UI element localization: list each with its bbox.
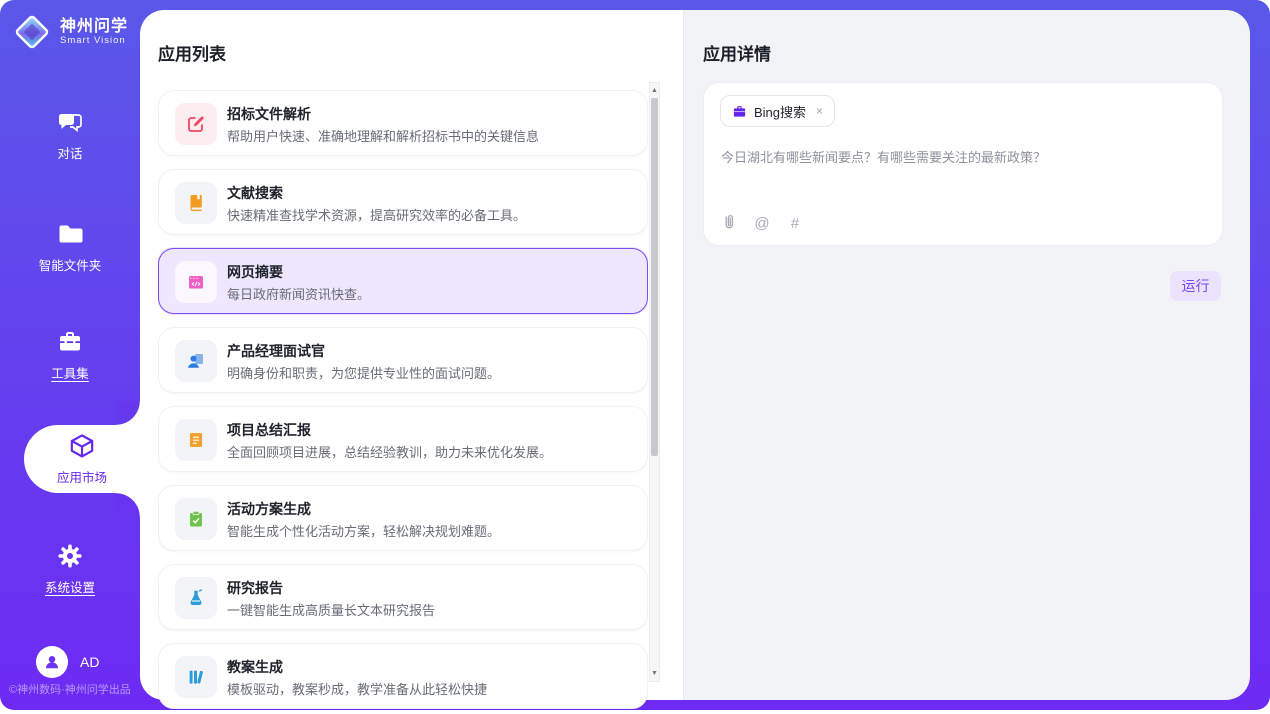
prompt-input[interactable]: 今日湖北有哪些新闻要点？有哪些需要关注的最新政策？ — [721, 147, 1207, 166]
list-scrollbar[interactable]: ▲ ▼ — [649, 82, 660, 682]
scrollbar-thumb[interactable] — [651, 98, 658, 456]
list-item-literature-search[interactable]: 文献搜索 快速精准查找学术资源，提高研究效率的必备工具。 — [158, 169, 648, 235]
list-item-pm-interviewer[interactable]: 产品经理面试官 明确身份和职责，为您提供专业性的面试问题。 — [158, 327, 648, 393]
cube-icon — [67, 432, 97, 462]
app-list-panel: 应用列表 招标文件解析 帮助用户快速、准确地理解和解析招标书中的关键信息 — [140, 10, 683, 700]
hashtag-icon[interactable]: # — [787, 215, 803, 232]
edit-square-icon — [175, 103, 217, 145]
app-item-desc: 快速精准查找学术资源，提高研究效率的必备工具。 — [227, 205, 526, 224]
app-item-desc: 一键智能生成高质量长文本研究报告 — [227, 600, 435, 619]
notch-curve-bottom — [116, 493, 140, 517]
app-item-desc: 每日政府新闻资讯快查。 — [227, 284, 370, 303]
folder-icon — [56, 220, 84, 248]
screen: 神州问学 Smart Vision 对话 智能文件夹 — [0, 0, 1270, 714]
web-page-icon — [175, 261, 217, 303]
app-window: 神州问学 Smart Vision 对话 智能文件夹 — [0, 0, 1270, 710]
app-item-desc: 帮助用户快速、准确地理解和解析招标书中的关键信息 — [227, 126, 539, 145]
brand-logo: 神州问学 Smart Vision — [12, 12, 128, 52]
app-item-title: 文献搜索 — [227, 183, 283, 203]
user-account[interactable]: AD — [36, 646, 99, 678]
briefcase-icon — [732, 104, 747, 119]
sidebar-item-label: 对话 — [0, 143, 140, 162]
books-icon — [175, 656, 217, 698]
diamond-logo-icon — [12, 12, 52, 52]
sidebar-item-smart-folder[interactable]: 智能文件夹 — [0, 220, 140, 274]
sidebar-item-chat[interactable]: 对话 — [0, 108, 140, 162]
sidebar-item-label: 智能文件夹 — [0, 255, 140, 274]
notch-curve-top — [116, 401, 140, 425]
at-mention-icon[interactable]: @ — [754, 215, 770, 232]
app-list-title: 应用列表 — [158, 40, 226, 65]
app-item-desc: 模板驱动，教案秒成，教学准备从此轻松快捷 — [227, 679, 487, 698]
user-initials: AD — [80, 654, 99, 670]
person-icon — [43, 653, 61, 671]
tool-chip-label: Bing搜索 — [754, 102, 806, 121]
brand-name: 神州问学 — [60, 18, 128, 36]
app-item-title: 教案生成 — [227, 657, 283, 677]
app-item-desc: 明确身份和职责，为您提供专业性的面试问题。 — [227, 363, 500, 382]
list-item-bid-parse[interactable]: 招标文件解析 帮助用户快速、准确地理解和解析招标书中的关键信息 — [158, 90, 648, 156]
input-tools-row: @ # — [721, 213, 803, 234]
sidebar-item-toolbox[interactable]: 工具集 — [0, 328, 140, 382]
app-item-title: 网页摘要 — [227, 262, 283, 282]
sidebar: 神州问学 Smart Vision 对话 智能文件夹 — [0, 0, 140, 710]
app-detail-panel: 应用详情 Bing搜索 × 今日湖北有哪些新闻要点？有哪些需要关注的最新政策？ — [683, 10, 1250, 700]
interviewer-icon — [175, 340, 217, 382]
copyright-text: ©神州数码·神州问学出品 — [9, 681, 140, 697]
scrollbar-down-arrow[interactable]: ▼ — [650, 667, 659, 680]
prompt-card: Bing搜索 × 今日湖北有哪些新闻要点？有哪些需要关注的最新政策？ @ # — [703, 82, 1223, 246]
app-item-title: 招标文件解析 — [227, 104, 311, 124]
app-item-desc: 智能生成个性化活动方案，轻松解决规划难题。 — [227, 521, 500, 540]
avatar — [36, 646, 68, 678]
list-item-research-report[interactable]: 研究报告 一键智能生成高质量长文本研究报告 — [158, 564, 648, 630]
app-list: 招标文件解析 帮助用户快速、准确地理解和解析招标书中的关键信息 文献搜索 快速精… — [158, 90, 648, 710]
brand-subtitle: Smart Vision — [60, 36, 128, 46]
flask-icon — [175, 577, 217, 619]
sidebar-item-label: 系统设置 — [0, 577, 140, 596]
tool-chip-bing-search: Bing搜索 × — [720, 95, 835, 127]
app-detail-title: 应用详情 — [703, 40, 771, 65]
report-note-icon — [175, 419, 217, 461]
close-icon[interactable]: × — [816, 104, 823, 118]
sidebar-item-settings[interactable]: 系统设置 — [0, 542, 140, 596]
brand-text: 神州问学 Smart Vision — [60, 18, 128, 46]
list-item-web-summary[interactable]: 网页摘要 每日政府新闻资讯快查。 — [158, 248, 648, 314]
list-item-project-summary[interactable]: 项目总结汇报 全面回顾项目进展，总结经验教训，助力未来优化发展。 — [158, 406, 648, 472]
app-item-desc: 全面回顾项目进展，总结经验教训，助力未来优化发展。 — [227, 442, 552, 461]
list-item-lesson-plan[interactable]: 教案生成 模板驱动，教案秒成，教学准备从此轻松快捷 — [158, 643, 648, 709]
app-item-title: 研究报告 — [227, 578, 283, 598]
paperclip-icon[interactable] — [721, 213, 737, 234]
sidebar-item-label: 工具集 — [0, 363, 140, 382]
app-item-title: 项目总结汇报 — [227, 420, 311, 440]
sidebar-item-label: 应用市场 — [57, 467, 107, 486]
scrollbar-up-arrow[interactable]: ▲ — [650, 84, 659, 97]
app-item-title: 活动方案生成 — [227, 499, 311, 519]
toolbox-icon — [56, 328, 84, 356]
sidebar-item-app-market[interactable]: 应用市场 — [24, 425, 140, 493]
gear-icon — [56, 542, 84, 570]
chat-icon — [56, 108, 84, 136]
clipboard-check-icon — [175, 498, 217, 540]
run-button[interactable]: 运行 — [1170, 271, 1221, 301]
app-item-title: 产品经理面试官 — [227, 341, 325, 361]
book-icon — [175, 182, 217, 224]
list-item-event-plan[interactable]: 活动方案生成 智能生成个性化活动方案，轻松解决规划难题。 — [158, 485, 648, 551]
